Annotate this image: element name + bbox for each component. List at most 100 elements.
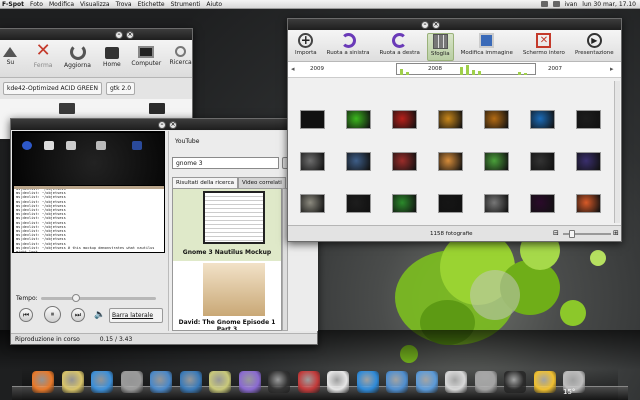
video-screen[interactable]: ms|devlist: ~/objetsess ms|devlist: ~/obj…: [12, 131, 165, 253]
photo-thumbnail[interactable]: [484, 110, 509, 129]
minimize-button[interactable]: –: [421, 20, 429, 29]
menu-strumenti[interactable]: Strumenti: [171, 1, 201, 8]
close-button[interactable]: ×: [169, 120, 177, 129]
chat-icon[interactable]: [91, 371, 113, 393]
rotate-left-button[interactable]: Ruota a sinistra: [324, 33, 373, 61]
rotate-right-icon: [392, 33, 408, 48]
folder-icon[interactable]: [59, 103, 75, 114]
stop-button[interactable]: ✕ Ferma: [32, 42, 55, 77]
photo-thumbnail[interactable]: [346, 194, 371, 213]
photo-thumbnail[interactable]: [576, 152, 601, 171]
zoom-slider[interactable]: [563, 230, 611, 238]
sidebar-toggle-button[interactable]: Barra laterale: [109, 308, 163, 323]
monitor-icon[interactable]: [504, 371, 526, 393]
minimize-button[interactable]: –: [115, 30, 123, 39]
menu-foto[interactable]: Foto: [30, 1, 43, 8]
image-viewer-icon[interactable]: [179, 371, 202, 393]
next-button[interactable]: ⏭: [71, 308, 85, 322]
close-button[interactable]: ×: [126, 30, 134, 39]
photo-thumbnail[interactable]: [300, 152, 325, 171]
video-player-titlebar[interactable]: – ×: [11, 119, 317, 130]
photo-thumbnail[interactable]: [392, 152, 417, 171]
photo-thumbnail[interactable]: [300, 110, 325, 129]
computer-button[interactable]: Computer: [131, 44, 161, 77]
menu-aiuto[interactable]: Aiuto: [206, 1, 222, 8]
minimize-button[interactable]: –: [158, 120, 166, 129]
photo-thumbnail[interactable]: [530, 110, 555, 129]
chart-icon[interactable]: [445, 371, 467, 393]
network-icon[interactable]: [540, 1, 548, 7]
music-icon[interactable]: [238, 371, 261, 393]
zoom-in-icon[interactable]: ⊞: [613, 229, 619, 237]
weather-icon[interactable]: [533, 371, 556, 393]
cd-icon[interactable]: [327, 371, 349, 393]
list-item[interactable]: David: The Gnome Episode 1 Part 3: [173, 261, 281, 330]
zoom-out-icon[interactable]: ⊟: [553, 229, 559, 237]
photo-thumbnail[interactable]: [438, 194, 463, 213]
firefox-icon[interactable]: [32, 371, 54, 393]
photo-thumbnail[interactable]: [484, 194, 509, 213]
mail-icon[interactable]: [61, 371, 84, 393]
drive-icon[interactable]: [474, 371, 497, 393]
tab-search-results[interactable]: Risultati della ricerca: [172, 177, 238, 188]
edit-image-button[interactable]: Modifica immagine: [458, 33, 516, 61]
photo-thumbnail[interactable]: [530, 152, 555, 171]
menu-trova[interactable]: Trova: [116, 1, 132, 8]
menu-visualizza[interactable]: Visualizza: [80, 1, 110, 8]
volume-icon[interactable]: 🔈: [94, 310, 105, 320]
photo-thumbnail[interactable]: [576, 110, 601, 129]
menu-app[interactable]: F-Spot: [2, 1, 24, 8]
reload-button[interactable]: Aggiorna: [64, 44, 91, 77]
rotate-right-button[interactable]: Ruota a destra: [377, 33, 423, 61]
pen-icon[interactable]: [415, 371, 438, 393]
seek-handle[interactable]: [71, 294, 80, 302]
seek-bar[interactable]: [41, 294, 156, 302]
photo-grid-scrollbar[interactable]: [614, 81, 620, 223]
close-button[interactable]: ×: [432, 20, 440, 29]
menu-etichette[interactable]: Etichette: [138, 1, 165, 8]
list-item[interactable]: Gnome 3 Nautilus Mockup: [173, 189, 281, 261]
tag-theme[interactable]: kde42-Optimized ACID GREEN: [3, 82, 102, 95]
editor-icon[interactable]: [386, 371, 408, 393]
timeline-right-arrow[interactable]: ▸: [610, 65, 614, 73]
movie-icon[interactable]: [297, 371, 320, 393]
home-button[interactable]: Home: [101, 44, 124, 77]
youtube-search-input[interactable]: gnome 3: [172, 157, 279, 169]
tag-gtk[interactable]: gtk 2.0: [105, 82, 136, 95]
search-button[interactable]: Ricerca: [169, 44, 192, 77]
photo-thumbnail[interactable]: [346, 110, 371, 129]
star-icon[interactable]: [356, 371, 379, 393]
photo-thumbnail[interactable]: [438, 152, 463, 171]
photo-thumbnail[interactable]: [530, 194, 555, 213]
photo-thumbnail[interactable]: [300, 194, 325, 213]
photo-thumbnail[interactable]: [392, 110, 417, 129]
photo-thumbnail[interactable]: [438, 110, 463, 129]
zoom-handle[interactable]: [568, 230, 575, 238]
timeline-left-arrow[interactable]: ◂: [291, 65, 295, 73]
tab-related-videos[interactable]: Video correlati: [237, 177, 286, 188]
photos-icon[interactable]: [150, 371, 172, 393]
file-manager-titlebar[interactable]: – ×: [0, 29, 192, 40]
volume-icon[interactable]: [552, 1, 560, 7]
video-icon[interactable]: [268, 371, 290, 393]
printer-icon[interactable]: [120, 371, 143, 393]
folder-icon[interactable]: [149, 103, 165, 114]
photo-manager-titlebar[interactable]: – ×: [288, 19, 621, 30]
clock[interactable]: lun 30 mar, 17.10: [582, 1, 636, 8]
import-button[interactable]: + Importa: [292, 33, 320, 61]
disc-icon[interactable]: [209, 371, 231, 393]
up-label: Su: [6, 59, 15, 66]
up-button[interactable]: Su: [0, 44, 22, 77]
photo-thumbnail[interactable]: [346, 152, 371, 171]
photo-thumbnail[interactable]: [392, 194, 417, 213]
menu-modifica[interactable]: Modifica: [49, 1, 74, 8]
browse-button[interactable]: Sfoglia: [426, 33, 454, 61]
date-timeline[interactable]: ◂ 2009 2008 2007 ▸: [288, 62, 621, 78]
slideshow-button[interactable]: ▶ Presentazione: [572, 33, 617, 61]
photo-thumbnail[interactable]: [576, 194, 601, 213]
previous-button[interactable]: ⏮: [19, 308, 33, 322]
photo-thumbnail[interactable]: [484, 152, 509, 171]
fullscreen-button[interactable]: ✕ Schermo intero: [520, 33, 568, 61]
user-name[interactable]: ivan: [565, 1, 578, 8]
pause-button[interactable]: ⏸: [44, 306, 61, 323]
